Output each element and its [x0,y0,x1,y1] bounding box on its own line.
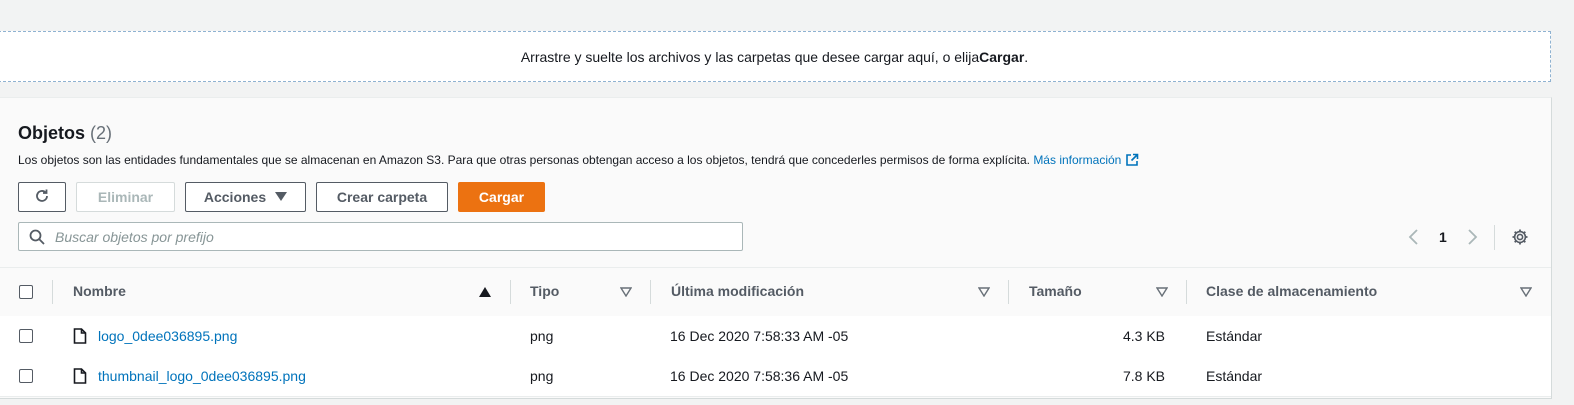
upload-button[interactable]: Cargar [458,182,545,212]
column-separator [1008,280,1009,304]
refresh-button[interactable] [18,182,66,212]
column-header-size[interactable]: Tamaño [1029,283,1082,299]
file-type: png [530,368,554,384]
table-header: Nombre Tipo Última modificación Tamaño C… [0,267,1551,318]
caret-down-icon [275,192,288,202]
column-separator [510,280,511,304]
column-header-storage-class[interactable]: Clase de almacenamiento [1206,283,1377,299]
column-header-modified[interactable]: Última modificación [671,283,804,299]
sort-ascending-icon[interactable] [479,287,491,297]
settings-gear-icon[interactable] [1511,228,1529,246]
chevron-left-icon[interactable] [1407,227,1421,247]
column-header-type[interactable]: Tipo [530,283,559,299]
file-type: png [530,328,554,344]
column-separator [650,280,651,304]
pagination: 1 [1407,225,1479,249]
current-page[interactable]: 1 [1439,229,1447,245]
sort-icon[interactable] [978,287,990,297]
row-checkbox[interactable] [19,369,33,383]
column-separator [52,280,53,304]
file-icon [73,328,87,349]
refresh-icon [33,187,51,208]
file-icon [73,368,87,389]
file-size: 4.3 KB [1122,328,1165,344]
objects-title: Objetos (2) [18,123,112,144]
more-info-link[interactable]: Más información [1033,153,1121,167]
upload-dropzone[interactable]: Arrastre y suelte los archivos y las car… [0,31,1551,82]
table-row[interactable]: thumbnail_logo_0dee036895.png png 16 Dec… [0,356,1551,397]
objects-description-text: Los objetos son las entidades fundamenta… [18,153,1034,167]
objects-description: Los objetos son las entidades fundamenta… [18,153,1139,170]
objects-title-label: Objetos [18,123,86,143]
external-link-icon[interactable] [1125,153,1139,170]
last-modified: 16 Dec 2020 7:58:36 AM -05 [670,368,849,384]
actions-label: Acciones [203,189,267,205]
table-row[interactable]: logo_0dee036895.png png 16 Dec 2020 7:58… [0,316,1551,357]
file-size: 7.8 KB [1122,368,1165,384]
sort-icon[interactable] [1520,287,1532,297]
last-modified: 16 Dec 2020 7:58:33 AM -05 [670,328,849,344]
dropzone-text-end: . [1024,48,1029,65]
column-header-name[interactable]: Nombre [73,283,126,299]
storage-class: Estándar [1206,368,1263,384]
row-checkbox[interactable] [19,329,33,343]
actions-dropdown[interactable]: Acciones [185,182,306,212]
dropzone-upload-keyword: Cargar [979,48,1025,65]
file-name-link[interactable]: thumbnail_logo_0dee036895.png [98,368,306,384]
objects-count: (2) [90,123,113,143]
delete-button[interactable]: Eliminar [76,182,175,212]
sort-icon[interactable] [620,287,632,297]
search-input[interactable] [53,227,717,246]
pager-divider [1494,225,1495,250]
column-separator [1186,280,1187,304]
search-icon [29,229,45,245]
file-name-link[interactable]: logo_0dee036895.png [98,328,237,344]
chevron-right-icon[interactable] [1465,227,1479,247]
select-all-checkbox[interactable] [19,285,33,299]
sort-icon[interactable] [1156,287,1168,297]
create-folder-button[interactable]: Crear carpeta [316,182,448,212]
storage-class: Estándar [1206,328,1263,344]
dropzone-text: Arrastre y suelte los archivos y las car… [520,48,980,65]
search-box[interactable] [18,222,743,251]
